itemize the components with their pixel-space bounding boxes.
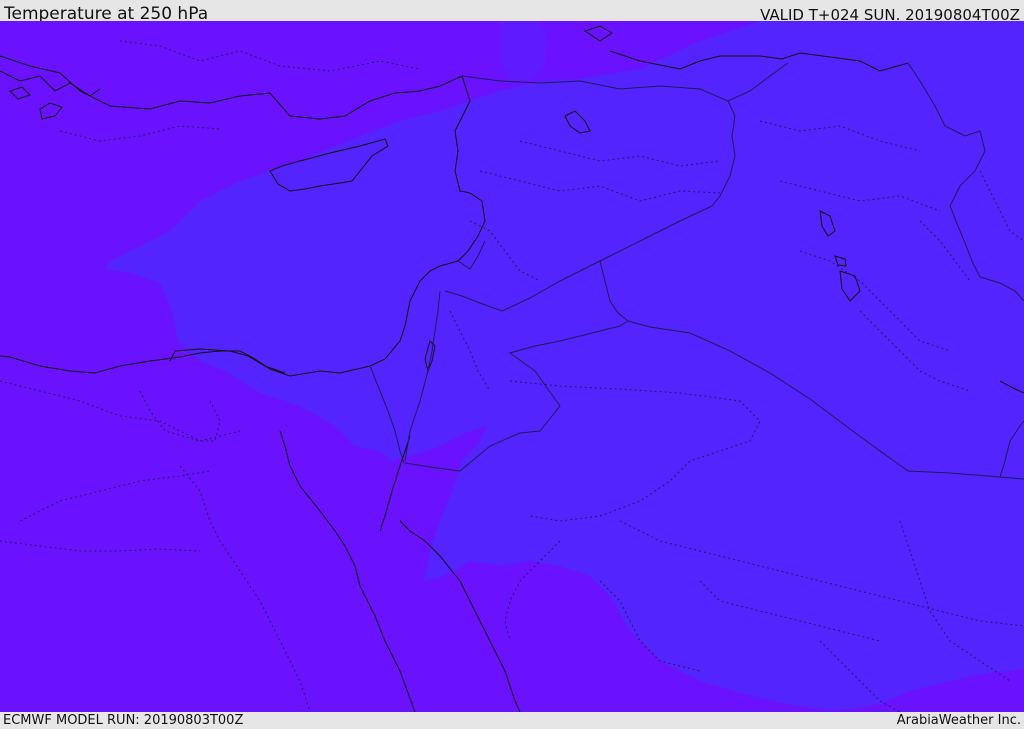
temperature-map [0,21,1024,712]
model-run-label: ECMWF MODEL RUN: 20190803T00Z [3,713,244,728]
map-canvas[interactable] [0,21,1024,712]
header-bar: Temperature at 250 hPa VALID T+024 SUN. … [0,0,1024,24]
brand-label: ArabiaWeather Inc. [896,713,1021,728]
weather-map-frame: Temperature at 250 hPa VALID T+024 SUN. … [0,0,1024,729]
footer-bar: ECMWF MODEL RUN: 20190803T00Z ArabiaWeat… [0,712,1024,729]
